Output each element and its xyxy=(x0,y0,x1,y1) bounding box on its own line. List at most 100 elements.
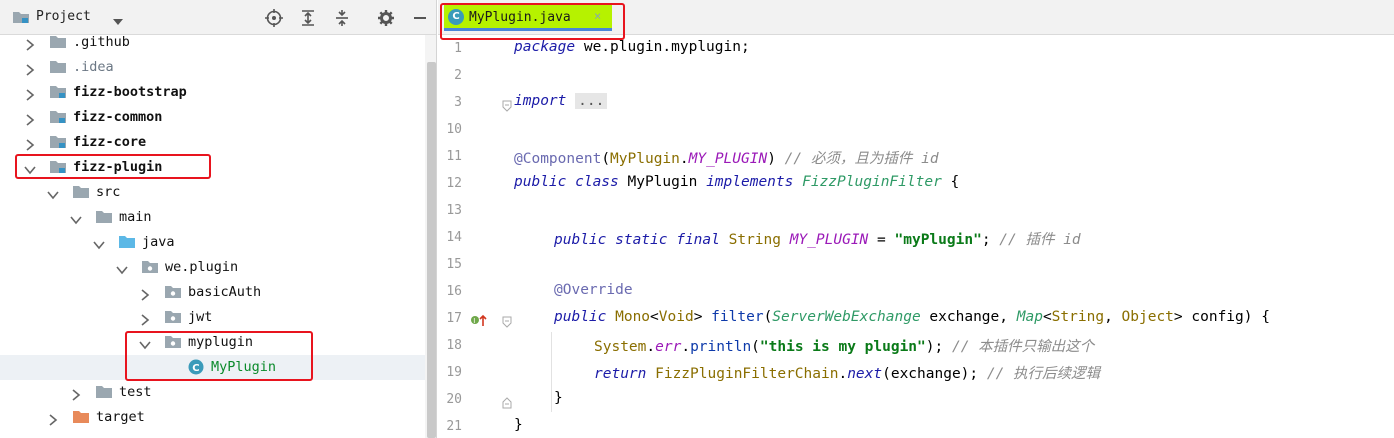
tree-item-label: basicAuth xyxy=(188,284,262,300)
package-icon xyxy=(164,334,182,350)
editor-tab-myplugin-java[interactable]: C MyPlugin.java × xyxy=(444,5,612,31)
project-view-title[interactable]: Project xyxy=(36,9,91,24)
chevron-right-icon[interactable] xyxy=(70,386,82,401)
module-icon xyxy=(49,159,67,175)
code-class: Object xyxy=(1121,309,1174,325)
fold-marker-icon[interactable] xyxy=(501,313,513,332)
tree-item-label: java xyxy=(142,234,175,250)
locate-icon[interactable] xyxy=(263,7,285,29)
chevron-down-icon[interactable] xyxy=(139,336,151,350)
tree-item-label: test xyxy=(119,384,152,400)
code-keyword: public static final xyxy=(554,232,720,248)
code-text: { xyxy=(941,174,960,190)
chevron-right-icon[interactable] xyxy=(139,311,151,326)
chevron-right-icon[interactable] xyxy=(47,411,59,426)
tree-item-fizz-bootstrap[interactable]: fizz-bootstrap xyxy=(0,80,425,105)
editor-tab-bar: C MyPlugin.java × xyxy=(438,0,1394,35)
chevron-down-icon[interactable] xyxy=(93,236,105,250)
tree-item-we-plugin[interactable]: we.plugin xyxy=(0,255,425,280)
module-icon xyxy=(49,109,67,125)
code-class: Mono xyxy=(606,309,651,325)
code-class: MyPlugin xyxy=(610,151,680,167)
chevron-down-icon[interactable] xyxy=(47,186,59,200)
tree-item-idea[interactable]: .idea xyxy=(0,55,425,80)
chevron-down-icon[interactable] xyxy=(112,12,124,31)
code-keyword: return xyxy=(594,366,647,382)
fold-end-marker-icon[interactable] xyxy=(501,394,513,413)
minimize-icon[interactable] xyxy=(409,7,431,29)
chevron-right-icon[interactable] xyxy=(24,36,36,51)
code-class: FizzPluginFilterChain xyxy=(646,366,839,382)
project-folder-icon xyxy=(12,9,29,25)
chevron-right-icon[interactable] xyxy=(24,86,36,101)
package-icon xyxy=(141,259,159,275)
line-number: 14 xyxy=(446,230,462,245)
tree-item-fizz-common[interactable]: fizz-common xyxy=(0,105,425,130)
code-text: MyPlugin xyxy=(618,174,707,190)
folded-imports[interactable]: ... xyxy=(575,93,608,109)
code-text: . xyxy=(646,339,656,355)
tree-item-java[interactable]: java xyxy=(0,230,425,255)
collapse-all-icon[interactable] xyxy=(331,7,353,29)
chevron-down-icon[interactable] xyxy=(116,261,128,275)
line-number: 12 xyxy=(446,176,462,191)
line-number-gutter: 1 2 3 10 11 12 13 14 15 16 17 18 19 20 21 xyxy=(438,35,502,438)
tree-scrollbar-thumb[interactable] xyxy=(427,62,436,438)
tree-item-fizz-plugin[interactable]: fizz-plugin xyxy=(0,155,425,180)
code-area[interactable]: package we.plugin.myplugin; import ... @… xyxy=(514,35,1394,438)
tree-item-label: myplugin xyxy=(188,334,254,350)
code-class: System xyxy=(594,339,647,355)
code-interface: FizzPluginFilter xyxy=(793,174,942,190)
code-text: ; xyxy=(981,232,991,248)
line-number: 13 xyxy=(446,203,462,218)
line-number: 20 xyxy=(446,392,462,407)
folder-icon xyxy=(72,184,90,200)
code-text: ( xyxy=(763,309,773,325)
code-line-21: } xyxy=(514,417,523,438)
chevron-right-icon[interactable] xyxy=(24,61,36,76)
gear-icon[interactable] xyxy=(375,7,397,29)
tree-item-label: we.plugin xyxy=(165,259,239,275)
code-comment: // 本插件只输出这个 xyxy=(943,339,1095,355)
chevron-right-icon[interactable] xyxy=(139,286,151,301)
package-icon xyxy=(164,309,182,325)
code-method: filter xyxy=(711,309,764,325)
chevron-down-icon[interactable] xyxy=(70,211,82,225)
tree-item-main[interactable]: main xyxy=(0,205,425,230)
tree-item-basicauth[interactable]: basicAuth xyxy=(0,280,425,305)
tree-item-label: main xyxy=(119,209,152,225)
tree-item-fizz-core[interactable]: fizz-core xyxy=(0,130,425,155)
code-line-18: System.err.println("this is my plugin");… xyxy=(594,335,1094,362)
indent-guide xyxy=(551,332,552,412)
tree-item-label: .github xyxy=(73,34,130,50)
code-static-method: next xyxy=(847,366,883,382)
code-text: > xyxy=(1173,309,1183,325)
folder-icon xyxy=(95,384,113,400)
tree-item-src[interactable]: src xyxy=(0,180,425,205)
code-comment: // 执行后续逻辑 xyxy=(978,366,1101,382)
override-method-icon[interactable]: I xyxy=(470,312,488,331)
expand-all-icon[interactable] xyxy=(297,7,319,29)
tree-item-myplugin[interactable]: myplugin xyxy=(0,330,425,355)
tree-item-jwt[interactable]: jwt xyxy=(0,305,425,330)
tree-item-target[interactable]: target xyxy=(0,405,425,430)
chevron-down-icon[interactable] xyxy=(24,161,36,175)
tree-item-github[interactable]: .github xyxy=(0,30,425,55)
folder-icon xyxy=(49,34,67,50)
tree-item-label: fizz-plugin xyxy=(73,159,163,175)
code-string: "myPlugin" xyxy=(894,232,982,248)
code-line-11: @Component(MyPlugin.MY_PLUGIN) // 必须，且为插… xyxy=(514,147,939,174)
code-line-3: import ... xyxy=(514,93,608,120)
code-keyword: public class xyxy=(514,174,619,190)
fold-marker-icon[interactable] xyxy=(501,97,513,116)
chevron-right-icon[interactable] xyxy=(24,136,36,151)
code-text: ( xyxy=(601,151,611,167)
chevron-right-icon[interactable] xyxy=(24,111,36,126)
tree-item-test[interactable]: test xyxy=(0,380,425,405)
code-keyword: public xyxy=(554,309,607,325)
close-icon[interactable]: × xyxy=(594,9,601,23)
code-constant: MY_PLUGIN xyxy=(688,151,768,167)
line-number: 3 xyxy=(454,95,462,110)
code-text: . xyxy=(681,339,691,355)
tree-item-myplugin[interactable]: C MyPlugin xyxy=(0,355,425,380)
